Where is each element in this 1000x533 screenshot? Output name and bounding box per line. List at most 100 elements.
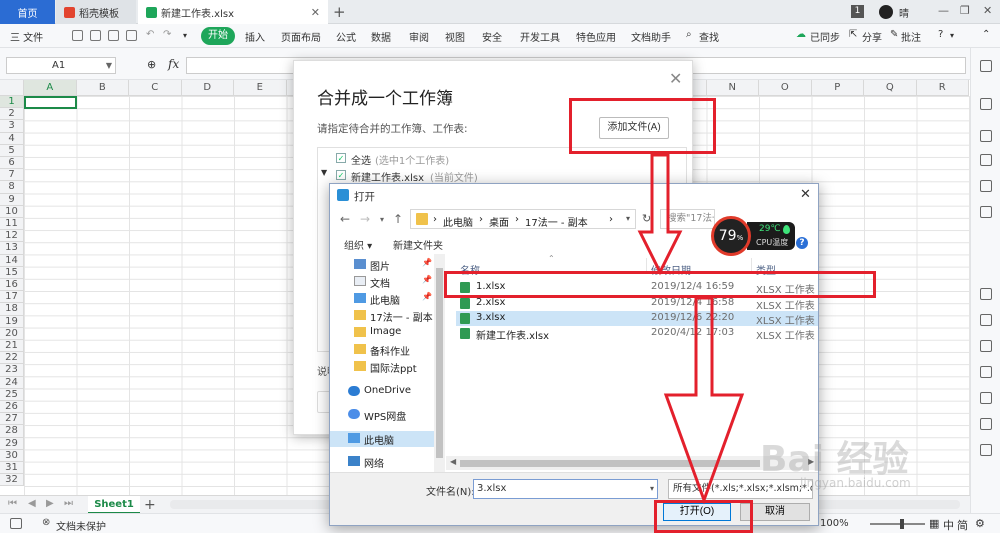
print-preview-icon[interactable] (126, 30, 137, 41)
column-header[interactable]: D (181, 80, 234, 96)
organize-button[interactable]: 组织 ▾ (344, 237, 372, 252)
add-sheet-icon[interactable]: + (144, 496, 156, 514)
row-header[interactable]: 21 (0, 340, 24, 353)
translate-icon[interactable] (980, 366, 992, 378)
row-header[interactable]: 5 (0, 144, 24, 157)
column-header[interactable]: Q (864, 80, 917, 96)
workbook-checkbox[interactable]: ✓ (336, 170, 346, 180)
first-sheet-icon[interactable]: ⏮ (8, 498, 17, 509)
pin-icon[interactable]: 📌 (422, 258, 432, 267)
new-folder-button[interactable]: 新建文件夹 (393, 237, 443, 252)
row-header[interactable]: 25 (0, 388, 24, 401)
row-header[interactable]: 12 (0, 230, 24, 243)
column-header[interactable]: O (759, 80, 812, 96)
nav-item-network[interactable]: 网络 (330, 454, 434, 470)
expand-chevron-icon[interactable]: ▼ (321, 168, 327, 177)
column-header[interactable]: R (916, 80, 969, 96)
backup-icon[interactable] (980, 288, 992, 300)
more-dropdown-icon[interactable]: ▾ (950, 31, 954, 40)
zoom-slider[interactable] (870, 523, 925, 525)
nav-item-wps-cloud[interactable]: WPS网盘 (330, 407, 434, 423)
select-all-corner[interactable] (0, 80, 24, 96)
menu-search[interactable]: 查找 (699, 29, 719, 44)
select-icon[interactable] (980, 60, 992, 72)
column-header[interactable]: P (811, 80, 864, 96)
row-header[interactable]: 18 (0, 303, 24, 316)
breadcrumb-desktop[interactable]: 桌面 (489, 214, 509, 229)
nav-item-pictures[interactable]: 图片 📌 (330, 257, 434, 273)
menu-developer[interactable]: 开发工具 (520, 29, 560, 44)
row-header[interactable]: 16 (0, 279, 24, 292)
macro-icon[interactable] (10, 518, 22, 529)
menu-review[interactable]: 审阅 (409, 29, 429, 44)
next-sheet-icon[interactable]: ▶ (46, 498, 54, 509)
close-icon[interactable]: ✕ (800, 187, 811, 202)
name-box[interactable]: A1 ▼ (6, 57, 116, 74)
column-header[interactable]: E (234, 80, 287, 96)
search-input[interactable]: 搜索"17法一 - 副本" (660, 209, 715, 229)
zoom-icon[interactable]: ⊕ (147, 58, 156, 71)
menu-data[interactable]: 数据 (371, 29, 391, 44)
restore-icon[interactable]: ❐ (960, 4, 970, 17)
column-header[interactable]: C (129, 80, 182, 96)
menu-insert[interactable]: 插入 (245, 29, 265, 44)
row-header[interactable]: 31 (0, 462, 24, 475)
menu-special[interactable]: 特色应用 (576, 29, 616, 44)
address-dropdown-icon[interactable]: ▾ (626, 214, 630, 223)
avatar[interactable] (879, 5, 893, 19)
row-header[interactable]: 9 (0, 193, 24, 206)
scroll-left-icon[interactable]: ◀ (450, 457, 456, 466)
row-header[interactable]: 20 (0, 327, 24, 340)
column-header[interactable]: N (706, 80, 759, 96)
export-icon[interactable] (90, 30, 101, 41)
shape-icon[interactable] (980, 130, 992, 142)
insert-function-button[interactable]: fx (168, 57, 179, 71)
row-header[interactable]: 27 (0, 413, 24, 426)
row-header[interactable]: 2 (0, 108, 24, 121)
user-name[interactable]: 晴 (899, 5, 909, 20)
doc-protection-status[interactable]: 文档未保护 (56, 518, 106, 533)
file-menu[interactable]: 三 文件 (10, 29, 43, 44)
tab-home[interactable]: 首页 (0, 0, 55, 24)
file-list-scroll-thumb[interactable] (460, 460, 760, 467)
prev-sheet-icon[interactable]: ◀ (28, 498, 36, 509)
breadcrumb-folder[interactable]: 17法一 - 副本 (525, 214, 588, 229)
keyboard-icon[interactable]: ▦ (929, 517, 939, 530)
select-all-checkbox[interactable]: ✓ (336, 153, 346, 163)
file-row[interactable]: 新建工作表.xlsx 2020/4/12 17:03 XLSX 工作表 (456, 326, 818, 342)
tools-icon[interactable] (980, 340, 992, 352)
save-icon[interactable] (72, 30, 83, 41)
collapse-ribbon-icon[interactable]: ⌃ (982, 29, 990, 40)
refresh-icon[interactable]: ↻ (642, 212, 651, 225)
nav-item-intl-law-ppt[interactable]: 国际法ppt (330, 359, 434, 375)
row-header[interactable]: 28 (0, 425, 24, 438)
file-row[interactable]: 2.xlsx 2019/12/4 16:58 XLSX 工作表 (456, 296, 818, 312)
close-icon[interactable]: ✕ (669, 69, 682, 88)
menu-formula[interactable]: 公式 (336, 29, 356, 44)
nav-item-folder-17[interactable]: 17法一 - 副本 (330, 308, 434, 324)
window-count-badge[interactable]: 1 (851, 5, 864, 18)
row-header[interactable]: 19 (0, 315, 24, 328)
breadcrumb-this-pc[interactable]: 此电脑 (443, 214, 473, 229)
nav-item-onedrive[interactable]: OneDrive (330, 384, 434, 399)
row-header[interactable]: 29 (0, 437, 24, 450)
menu-start[interactable]: 开始 (201, 27, 235, 45)
nav-item-homework[interactable]: 备科作业 (330, 342, 434, 358)
zoom-level[interactable]: 100% (820, 518, 849, 529)
style-icon[interactable] (980, 98, 992, 110)
chart-icon[interactable] (980, 180, 992, 192)
quick-access-dropdown-icon[interactable]: ▾ (183, 31, 187, 40)
column-header[interactable]: B (76, 80, 129, 96)
menu-doc-assistant[interactable]: 文档助手 (631, 29, 671, 44)
row-header[interactable]: 7 (0, 169, 24, 182)
forward-arrow-icon[interactable]: → (360, 212, 370, 226)
column-header[interactable]: A (24, 80, 77, 96)
nav-pane-scroll-thumb[interactable] (436, 268, 443, 458)
minimize-icon[interactable]: — (938, 4, 949, 17)
table-icon[interactable] (980, 154, 992, 166)
ime-script[interactable]: 简 (957, 517, 968, 533)
active-cell[interactable] (24, 96, 77, 109)
back-arrow-icon[interactable]: ← (340, 212, 350, 226)
undo-icon[interactable]: ↶ (146, 29, 154, 40)
row-header[interactable]: 3 (0, 120, 24, 133)
